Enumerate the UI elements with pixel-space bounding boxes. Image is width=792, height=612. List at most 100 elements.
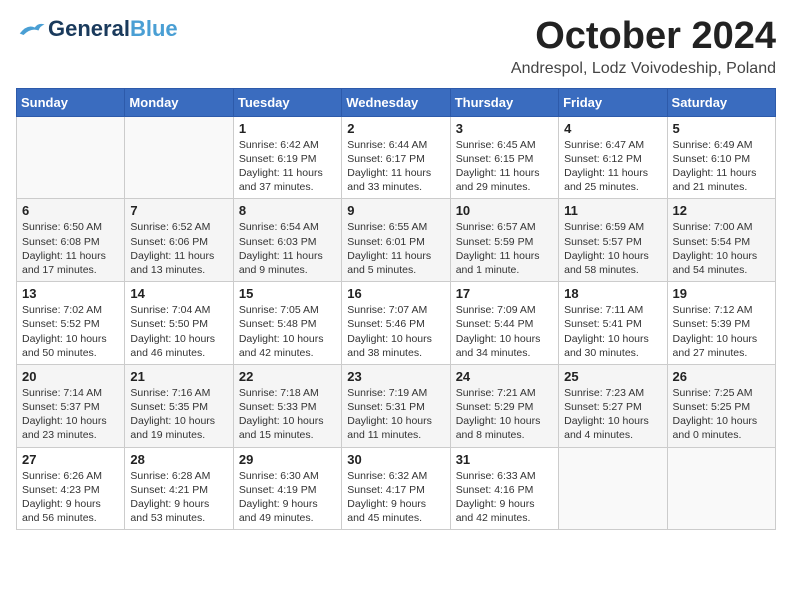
calendar-cell: 6 Sunrise: 6:50 AM Sunset: 6:08 PM Daylig… [17,199,125,282]
calendar-cell: 4 Sunrise: 6:47 AM Sunset: 6:12 PM Daylig… [559,116,667,199]
calendar-cell: 30 Sunrise: 6:32 AM Sunset: 4:17 PM Dayli… [342,447,450,530]
cell-daylight-info: Sunrise: 7:21 AM Sunset: 5:29 PM Dayligh… [456,386,553,443]
cell-daylight-info: Sunrise: 7:25 AM Sunset: 5:25 PM Dayligh… [673,386,770,443]
cell-daylight-info: Sunrise: 7:18 AM Sunset: 5:33 PM Dayligh… [239,386,336,443]
logo-bird-icon [16,20,46,38]
calendar-cell [559,447,667,530]
cell-daylight-info: Sunrise: 6:44 AM Sunset: 6:17 PM Dayligh… [347,138,444,195]
logo-text: GeneralBlue [48,16,178,42]
calendar-week-row: 6 Sunrise: 6:50 AM Sunset: 6:08 PM Daylig… [17,199,776,282]
calendar-cell: 12 Sunrise: 7:00 AM Sunset: 5:54 PM Dayli… [667,199,775,282]
calendar-cell: 13 Sunrise: 7:02 AM Sunset: 5:52 PM Dayli… [17,282,125,365]
day-number: 7 [130,203,227,218]
day-of-week-header: Friday [559,88,667,116]
day-number: 24 [456,369,553,384]
cell-daylight-info: Sunrise: 7:23 AM Sunset: 5:27 PM Dayligh… [564,386,661,443]
day-number: 29 [239,452,336,467]
calendar-cell: 19Sunrise: 7:12 AM Sunset: 5:39 PM Dayli… [667,282,775,365]
day-number: 17 [456,286,553,301]
calendar-cell: 5 Sunrise: 6:49 AM Sunset: 6:10 PM Daylig… [667,116,775,199]
calendar-table: SundayMondayTuesdayWednesdayThursdayFrid… [16,88,776,530]
cell-daylight-info: Sunrise: 6:32 AM Sunset: 4:17 PM Dayligh… [347,469,444,526]
day-of-week-header: Sunday [17,88,125,116]
calendar-cell: 7Sunrise: 6:52 AM Sunset: 6:06 PM Daylig… [125,199,233,282]
calendar-cell: 29 Sunrise: 6:30 AM Sunset: 4:19 PM Dayli… [233,447,341,530]
location-subtitle: Andrespol, Lodz Voivodeship, Poland [511,60,776,78]
cell-daylight-info: Sunrise: 6:33 AM Sunset: 4:16 PM Dayligh… [456,469,553,526]
day-number: 16 [347,286,444,301]
calendar-cell: 18 Sunrise: 7:11 AM Sunset: 5:41 PM Dayli… [559,282,667,365]
day-number: 20 [22,369,119,384]
cell-daylight-info: Sunrise: 6:47 AM Sunset: 6:12 PM Dayligh… [564,138,661,195]
day-number: 3 [456,121,553,136]
day-number: 2 [347,121,444,136]
cell-daylight-info: Sunrise: 6:55 AM Sunset: 6:01 PM Dayligh… [347,220,444,277]
calendar-cell: 11Sunrise: 6:59 AM Sunset: 5:57 PM Dayli… [559,199,667,282]
title-section: October 2024 Andrespol, Lodz Voivodeship… [511,16,776,78]
day-number: 11 [564,203,661,218]
calendar-cell: 31 Sunrise: 6:33 AM Sunset: 4:16 PM Dayli… [450,447,558,530]
month-title: October 2024 [511,16,776,58]
calendar-cell: 25 Sunrise: 7:23 AM Sunset: 5:27 PM Dayli… [559,364,667,447]
calendar-cell: 1 Sunrise: 6:42 AM Sunset: 6:19 PM Daylig… [233,116,341,199]
logo: GeneralBlue [16,16,178,42]
calendar-cell [17,116,125,199]
cell-daylight-info: Sunrise: 6:42 AM Sunset: 6:19 PM Dayligh… [239,138,336,195]
cell-daylight-info: Sunrise: 6:49 AM Sunset: 6:10 PM Dayligh… [673,138,770,195]
day-number: 10 [456,203,553,218]
day-number: 23 [347,369,444,384]
calendar-cell: 22 Sunrise: 7:18 AM Sunset: 5:33 PM Dayli… [233,364,341,447]
day-number: 18 [564,286,661,301]
day-number: 30 [347,452,444,467]
day-number: 27 [22,452,119,467]
cell-daylight-info: Sunrise: 7:12 AM Sunset: 5:39 PM Dayligh… [673,303,770,360]
calendar-cell: 17 Sunrise: 7:09 AM Sunset: 5:44 PM Dayli… [450,282,558,365]
cell-daylight-info: Sunrise: 7:05 AM Sunset: 5:48 PM Dayligh… [239,303,336,360]
cell-daylight-info: Sunrise: 6:54 AM Sunset: 6:03 PM Dayligh… [239,220,336,277]
calendar-cell: 10 Sunrise: 6:57 AM Sunset: 5:59 PM Dayli… [450,199,558,282]
calendar-cell: 3Sunrise: 6:45 AM Sunset: 6:15 PM Daylig… [450,116,558,199]
calendar-cell [667,447,775,530]
day-number: 31 [456,452,553,467]
day-number: 28 [130,452,227,467]
day-number: 1 [239,121,336,136]
cell-daylight-info: Sunrise: 7:02 AM Sunset: 5:52 PM Dayligh… [22,303,119,360]
day-number: 12 [673,203,770,218]
day-number: 15 [239,286,336,301]
cell-daylight-info: Sunrise: 6:28 AM Sunset: 4:21 PM Dayligh… [130,469,227,526]
calendar-cell: 14 Sunrise: 7:04 AM Sunset: 5:50 PM Dayli… [125,282,233,365]
day-number: 14 [130,286,227,301]
calendar-cell: 15 Sunrise: 7:05 AM Sunset: 5:48 PM Dayli… [233,282,341,365]
cell-daylight-info: Sunrise: 7:11 AM Sunset: 5:41 PM Dayligh… [564,303,661,360]
day-number: 26 [673,369,770,384]
cell-daylight-info: Sunrise: 6:30 AM Sunset: 4:19 PM Dayligh… [239,469,336,526]
cell-daylight-info: Sunrise: 6:50 AM Sunset: 6:08 PM Dayligh… [22,220,119,277]
cell-daylight-info: Sunrise: 6:26 AM Sunset: 4:23 PM Dayligh… [22,469,119,526]
day-number: 5 [673,121,770,136]
cell-daylight-info: Sunrise: 7:09 AM Sunset: 5:44 PM Dayligh… [456,303,553,360]
day-number: 25 [564,369,661,384]
cell-daylight-info: Sunrise: 6:57 AM Sunset: 5:59 PM Dayligh… [456,220,553,277]
calendar-cell: 8 Sunrise: 6:54 AM Sunset: 6:03 PM Daylig… [233,199,341,282]
page-header: GeneralBlue October 2024 Andrespol, Lodz… [16,16,776,78]
day-number: 8 [239,203,336,218]
cell-daylight-info: Sunrise: 7:04 AM Sunset: 5:50 PM Dayligh… [130,303,227,360]
day-number: 22 [239,369,336,384]
calendar-cell: 21Sunrise: 7:16 AM Sunset: 5:35 PM Dayli… [125,364,233,447]
calendar-week-row: 1 Sunrise: 6:42 AM Sunset: 6:19 PM Daylig… [17,116,776,199]
calendar-cell: 23Sunrise: 7:19 AM Sunset: 5:31 PM Dayli… [342,364,450,447]
day-number: 4 [564,121,661,136]
calendar-cell [125,116,233,199]
calendar-cell: 2 Sunrise: 6:44 AM Sunset: 6:17 PM Daylig… [342,116,450,199]
calendar-cell: 16Sunrise: 7:07 AM Sunset: 5:46 PM Dayli… [342,282,450,365]
day-number: 9 [347,203,444,218]
day-number: 6 [22,203,119,218]
calendar-cell: 27 Sunrise: 6:26 AM Sunset: 4:23 PM Dayli… [17,447,125,530]
day-number: 21 [130,369,227,384]
day-of-week-header: Tuesday [233,88,341,116]
cell-daylight-info: Sunrise: 7:14 AM Sunset: 5:37 PM Dayligh… [22,386,119,443]
cell-daylight-info: Sunrise: 7:00 AM Sunset: 5:54 PM Dayligh… [673,220,770,277]
calendar-cell: 26 Sunrise: 7:25 AM Sunset: 5:25 PM Dayli… [667,364,775,447]
day-number: 13 [22,286,119,301]
day-of-week-header: Monday [125,88,233,116]
